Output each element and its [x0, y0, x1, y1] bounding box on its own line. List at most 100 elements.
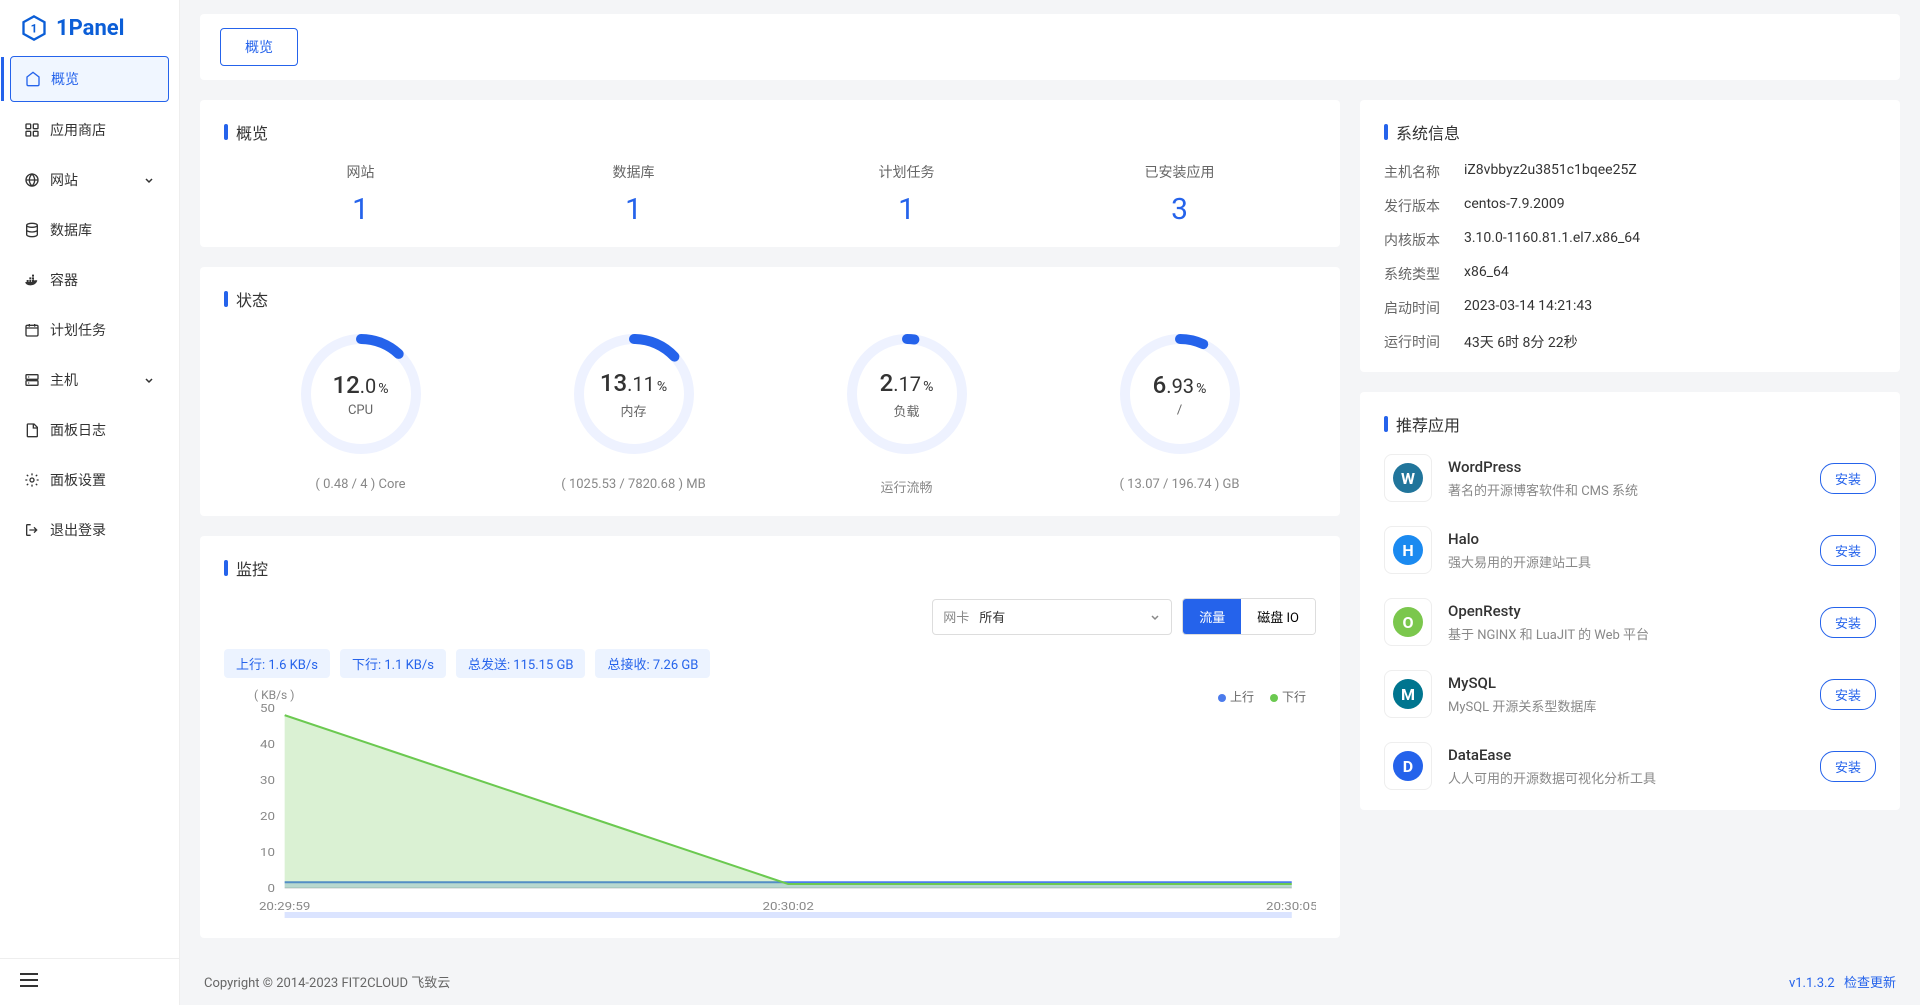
sysinfo-key: 发行版本 [1384, 196, 1464, 216]
stat-value: 1 [497, 192, 770, 227]
chevron-down-icon [143, 174, 155, 186]
status-title: 状态 [224, 287, 1316, 311]
install-button[interactable]: 安装 [1820, 679, 1876, 710]
disk-io-button[interactable]: 磁盘 IO [1241, 599, 1315, 634]
gauge-/: 6.93%/( 13.07 / 196.74 ) GB [1043, 329, 1316, 496]
sysinfo-row: 系统类型x86_64 [1384, 264, 1876, 284]
nav: 概览应用商店网站数据库容器计划任务主机面板日志面板设置退出登录 [0, 56, 179, 958]
app-name: MySQL [1448, 674, 1804, 692]
sidebar-item-label: 容器 [50, 270, 78, 290]
logo-icon: 1 [20, 14, 48, 42]
sysinfo-title: 系统信息 [1384, 120, 1876, 144]
logo[interactable]: 1 1Panel [0, 0, 179, 56]
svg-text:O: O [1402, 613, 1413, 632]
logout-icon [24, 522, 40, 538]
svg-text:20: 20 [260, 810, 275, 823]
sysinfo-value: 3.10.0-1160.81.1.el7.x86_64 [1464, 230, 1640, 250]
app-item-wordpress: WWordPress著名的开源博客软件和 CMS 系统安装 [1384, 454, 1876, 502]
sysinfo-row: 主机名称iZ8vbbyz2u3851c1bqee25Z [1384, 162, 1876, 182]
sysinfo-row: 运行时间43天 6时 8分 22秒 [1384, 332, 1876, 352]
sidebar-item-overview[interactable]: 概览 [10, 56, 169, 102]
app-icon: M [1384, 670, 1432, 718]
sysinfo-value: 43天 6时 8分 22秒 [1464, 332, 1578, 352]
sidebar-item-log[interactable]: 面板日志 [10, 408, 169, 452]
sidebar-item-container[interactable]: 容器 [10, 258, 169, 302]
gear-icon [24, 472, 40, 488]
monitor-mode-group: 流量 磁盘 IO [1182, 598, 1316, 635]
globe-icon [24, 172, 40, 188]
stat-item[interactable]: 计划任务1 [770, 162, 1043, 227]
app-name: OpenResty [1448, 602, 1804, 620]
sysinfo-key: 内核版本 [1384, 230, 1464, 250]
sidebar-item-label: 计划任务 [50, 320, 106, 340]
network-select-label: 网卡 [943, 607, 969, 626]
network-select[interactable]: 网卡 所有 [932, 599, 1172, 635]
svg-text:0: 0 [267, 882, 275, 895]
traffic-chart: 上行 下行 ( KB/s ) 0102030405020:29:5920:30:… [224, 688, 1316, 918]
svg-text:W: W [1401, 469, 1415, 488]
overview-card: 概览 网站1数据库1计划任务1已安装应用3 [200, 100, 1340, 247]
app-desc: MySQL 开源关系型数据库 [1448, 696, 1804, 715]
stat-item[interactable]: 网站1 [224, 162, 497, 227]
collapse-icon [20, 973, 38, 987]
install-button[interactable]: 安装 [1820, 607, 1876, 638]
app-icon: W [1384, 454, 1432, 502]
sidebar-collapse-toggle[interactable] [0, 958, 179, 1005]
sysinfo-key: 运行时间 [1384, 332, 1464, 352]
sidebar-item-logout[interactable]: 退出登录 [10, 508, 169, 552]
sysinfo-row: 内核版本3.10.0-1160.81.1.el7.x86_64 [1384, 230, 1876, 250]
sidebar-item-label: 数据库 [50, 220, 92, 240]
monitor-tag: 上行: 1.6 KB/s [224, 649, 330, 678]
stat-label: 数据库 [497, 162, 770, 182]
overview-title: 概览 [224, 120, 1316, 144]
install-button[interactable]: 安装 [1820, 751, 1876, 782]
gauge-CPU: 12.0%CPU( 0.48 / 4 ) Core [224, 329, 497, 496]
sidebar-item-database[interactable]: 数据库 [10, 208, 169, 252]
monitor-tag: 总接收: 7.26 GB [595, 649, 710, 678]
tab-overview[interactable]: 概览 [220, 28, 298, 66]
file-icon [24, 422, 40, 438]
app-item-halo: HHalo强大易用的开源建站工具安装 [1384, 526, 1876, 574]
apps-icon [24, 122, 40, 138]
app-item-openresty: O OpenResty 基于 NGINX 和 LuaJIT 的 Web 平台安装 [1384, 598, 1876, 646]
svg-text:40: 40 [260, 738, 275, 751]
traffic-button[interactable]: 流量 [1183, 599, 1241, 634]
version: v1.1.3.2 [1789, 976, 1835, 991]
check-update-link[interactable]: 检查更新 [1844, 976, 1896, 991]
app-desc: 强大易用的开源建站工具 [1448, 552, 1804, 571]
app-name: Halo [1448, 530, 1804, 548]
svg-text:30: 30 [260, 774, 275, 787]
stat-item[interactable]: 已安装应用3 [1043, 162, 1316, 227]
sidebar-item-website[interactable]: 网站 [10, 158, 169, 202]
recommended-card: 推荐应用 WWordPress著名的开源博客软件和 CMS 系统安装HHalo强… [1360, 392, 1900, 810]
home-icon [25, 71, 41, 87]
sysinfo-card: 系统信息 主机名称iZ8vbbyz2u3851c1bqee25Z 发行版本cent… [1360, 100, 1900, 372]
sysinfo-key: 启动时间 [1384, 298, 1464, 318]
sysinfo-value: x86_64 [1464, 264, 1509, 284]
database-icon [24, 222, 40, 238]
svg-text:1: 1 [31, 22, 38, 36]
app-name: DataEase [1448, 746, 1804, 764]
sysinfo-key: 主机名称 [1384, 162, 1464, 182]
install-button[interactable]: 安装 [1820, 463, 1876, 494]
svg-text:M: M [1401, 685, 1415, 704]
app-desc: 基于 NGINX 和 LuaJIT 的 Web 平台 [1448, 624, 1804, 643]
sidebar-item-label: 面板设置 [50, 470, 106, 490]
network-select-value: 所有 [979, 607, 1149, 626]
sidebar-item-host[interactable]: 主机 [10, 358, 169, 402]
sidebar-item-appstore[interactable]: 应用商店 [10, 108, 169, 152]
stat-value: 1 [224, 192, 497, 227]
stat-item[interactable]: 数据库 1 [497, 162, 770, 227]
sysinfo-value: centos-7.9.2009 [1464, 196, 1565, 216]
sidebar-item-cron[interactable]: 计划任务 [10, 308, 169, 352]
sidebar: 1 1Panel 概览应用商店网站数据库容器计划任务主机面板日志面板设置退出登录 [0, 0, 180, 1005]
recommended-title: 推荐应用 [1384, 412, 1876, 436]
install-button[interactable]: 安装 [1820, 535, 1876, 566]
gauge-负载: 2.17%负载运行流畅 [770, 329, 1043, 496]
logo-text: 1Panel [56, 16, 125, 41]
chevron-down-icon [143, 374, 155, 386]
stat-label: 计划任务 [770, 162, 1043, 182]
footer: Copyright © 2014-2023 FIT2CLOUD 飞致云 v1.1… [180, 958, 1920, 1005]
sidebar-item-setting[interactable]: 面板设置 [10, 458, 169, 502]
svg-text:20:30:02: 20:30:02 [762, 900, 814, 913]
